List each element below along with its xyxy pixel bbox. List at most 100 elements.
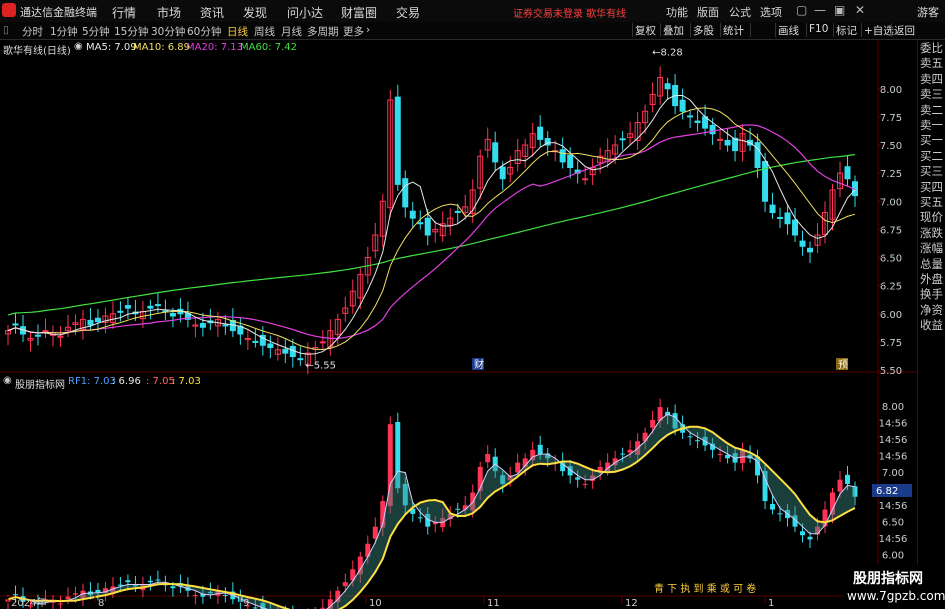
ind-candle-body-9 [72,593,78,595]
candle-body-95 [717,138,724,141]
ind-candle-body-19 [147,580,153,583]
ind-candle-body-29 [222,594,228,596]
price-tick-6: 6.50 [880,254,902,265]
panel-label-6: 买一 [920,133,943,148]
candle-body-105 [792,219,799,236]
price-tick-3: 7.25 [880,169,902,180]
ind-candle-body-86 [650,419,656,428]
candle-body-4 [34,334,41,337]
panel-label-4: 卖二 [920,102,943,117]
candle-body-100 [754,142,761,168]
candle-body-82 [619,138,626,141]
ind-tick-4: 7.00 [882,468,904,479]
x-label-4: 11 [487,598,500,609]
candle-body-29 [222,324,229,327]
candle-body-37 [282,348,289,354]
candle-body-65 [492,142,499,163]
candle-body-54 [409,210,416,219]
candle-body-102 [769,204,776,213]
candle-body-101 [762,161,769,202]
candle-body-42 [319,341,326,344]
watermark-url: www.7gpzb.com [847,589,945,603]
candle-body-16 [124,305,131,309]
panel-label-11: 现价 [920,210,943,225]
price-tick-4: 7.00 [880,197,902,208]
candle-body-11 [87,319,94,326]
panel-label-9: 买四 [920,179,943,194]
guest-label[interactable]: 游客 [917,4,939,20]
ma60-line [7,153,856,316]
candle-body-75 [567,154,574,169]
yu-marker: 预 [838,359,848,371]
panel-label-12: 涨跌 [920,225,943,240]
high-annotation: ←8.28 [652,47,683,58]
candle-body-60 [454,210,461,213]
ind-candle-body-111 [837,479,843,492]
kline-chart[interactable]: 8.00 7.75 7.50 7.25 7.00 6.75 6.50 6.25 6.00 5.75… [0,0,917,609]
candle-body-15 [117,310,124,313]
panel-label-10: 买五 [920,195,943,209]
ind-candle-body-95 [717,454,723,456]
candle-body-26 [199,323,206,328]
candle-body-52 [394,96,401,185]
ind-tick-9: 6.00 [882,551,904,562]
ind-candle-body-68 [515,462,521,473]
candle-body-96 [724,139,731,146]
ind-candle-body-107 [807,536,813,540]
x-label-6: 1 [768,598,774,609]
panel-label-1: 卖五 [920,56,943,71]
panel-label-7: 买二 [920,148,943,163]
price-tick-5: 6.75 [880,225,902,236]
ind-tick-1: 14:56 [879,419,908,430]
candle-body-35 [267,343,274,349]
candle-body-106 [799,240,806,247]
panel-label-5: 卖一 [920,118,943,132]
candle-body-88 [664,83,671,90]
ind-candle-body-7 [57,603,63,605]
ind-candle-body-16 [125,580,131,583]
ind-candle-body-112 [845,474,851,484]
ind-candle-body-102 [770,503,776,510]
ind-candle-body-77 [582,483,588,485]
ind-candle-body-8 [65,596,71,600]
quote-side-panel: 委比 卖五 卖四 卖三 卖二 卖一 买一 买二 买三 买四 买五 现价 涨跌 涨幅 总量 外盘 换手 净资 收益 [917,40,945,609]
candle-body-33 [252,340,259,343]
cai-marker: 财 [474,358,484,371]
candle-body-92 [694,120,701,123]
ind-tick-0: 8.00 [882,402,904,413]
panel-label-17: 净资 [920,302,943,317]
candle-body-22 [169,312,176,317]
candle-body-12 [94,317,101,323]
x-label-1: 8 [98,598,104,609]
ind-tick-2: 14:56 [879,435,908,446]
candle-body-94 [709,124,716,135]
candle-body-19 [147,305,154,309]
candle-body-107 [807,247,814,253]
ind-candle-body-76 [575,477,581,480]
ind-candle-body-45 [342,582,348,587]
ind-tick-8: 14:56 [879,534,908,545]
candle-body-1 [12,323,19,326]
price-tick-8: 6.00 [880,310,902,321]
ind-candle-body-15 [117,584,123,586]
candle-body-112 [844,166,851,180]
ind-candle-body-106 [800,531,806,536]
price-tick-9: 5.75 [880,338,902,349]
price-tick-2: 7.50 [880,141,902,152]
candle-body-90 [679,99,686,112]
candle-body-103 [777,216,784,219]
panel-label-3: 卖三 [920,87,943,102]
panel-label-0: 委比 [920,41,943,55]
candle-body-56 [424,217,431,236]
panel-label-13: 涨幅 [920,241,943,256]
watermark-title: 股朋指标网 [853,571,923,587]
candle-body-74 [559,149,566,163]
panel-label-15: 外盘 [920,272,943,286]
candle-body-77 [582,178,589,181]
ind-candle-body-64 [485,454,491,463]
price-tick-7: 6.25 [880,282,902,293]
ind-candle-body-1 [12,594,18,596]
panel-label-14: 总量 [920,256,943,271]
ind-candle-body-92 [695,440,701,442]
ind-candle-body-33 [252,607,258,609]
